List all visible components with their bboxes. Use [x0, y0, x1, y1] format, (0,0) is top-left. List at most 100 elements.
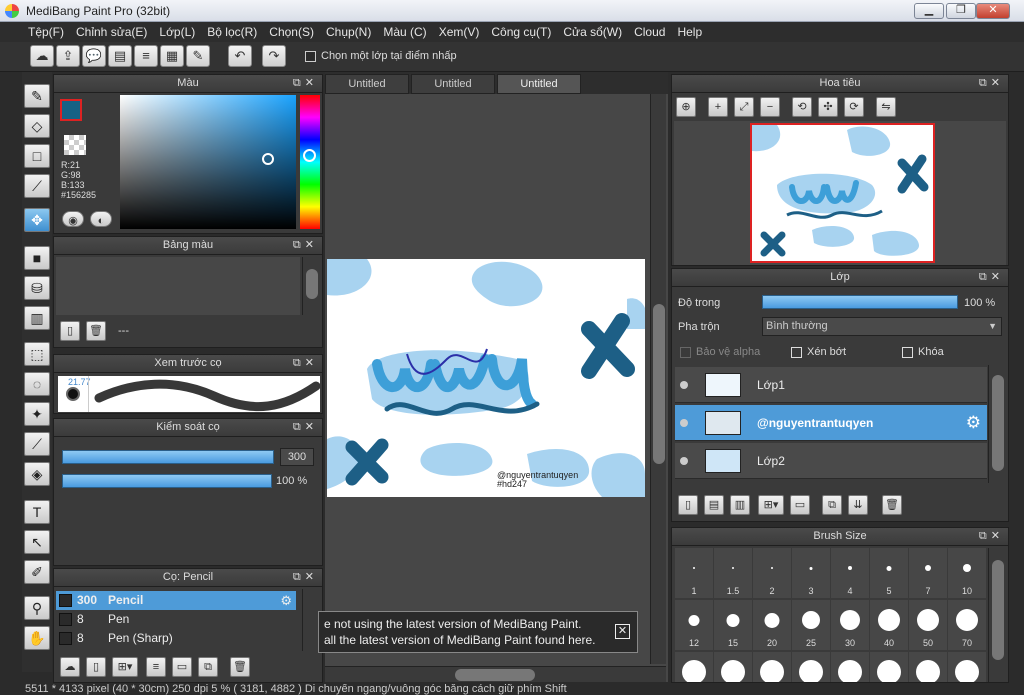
magic-wand-tool-icon[interactable]: ✦: [24, 402, 50, 426]
gradient-tool-icon[interactable]: ▥: [24, 306, 50, 330]
menu-select[interactable]: Chọn(S): [263, 22, 320, 42]
menu-help[interactable]: Help: [671, 22, 708, 42]
canvas-horizontal-scrollbar[interactable]: [325, 666, 666, 682]
brush-size-option[interactable]: 15: [714, 600, 752, 650]
brush-size-option[interactable]: 40: [870, 600, 908, 650]
menu-edit[interactable]: Chỉnh sửa(E): [70, 22, 153, 42]
undo-icon[interactable]: ↶: [228, 45, 252, 67]
eye-icon[interactable]: [680, 419, 688, 427]
palette-scrollbar[interactable]: [302, 257, 320, 315]
brush-size-option[interactable]: 25: [792, 600, 830, 650]
brush-size-option[interactable]: 7: [909, 548, 947, 598]
brush-size-option[interactable]: 70: [948, 600, 986, 650]
layer-scroll-thumb[interactable]: [992, 375, 1004, 471]
menu-view[interactable]: Xem(V): [433, 22, 486, 42]
operation-tool-icon[interactable]: ↖: [24, 530, 50, 554]
menu-color[interactable]: Màu (C): [377, 22, 432, 42]
gear-icon[interactable]: ⚙: [280, 591, 292, 610]
select-pen-tool-icon[interactable]: ⟋: [24, 432, 50, 456]
brush-size-option[interactable]: 12: [675, 600, 713, 650]
palette-scroll-thumb[interactable]: [306, 269, 318, 299]
brush-size-scrollbar[interactable]: [988, 548, 1006, 682]
maximize-button[interactable]: ❐: [946, 3, 976, 19]
merge-layer-icon[interactable]: ⇊: [848, 495, 868, 515]
text-tool-icon[interactable]: T: [24, 500, 50, 524]
menu-snap[interactable]: Chụp(N): [320, 22, 377, 42]
new-halftone-layer-icon[interactable]: ▤: [704, 495, 724, 515]
fit-screen-icon[interactable]: ⤢: [734, 97, 754, 117]
brush-tool-icon[interactable]: ✎: [24, 84, 50, 108]
reset-view-icon[interactable]: ✣: [818, 97, 838, 117]
new-1bit-layer-icon[interactable]: ▥: [730, 495, 750, 515]
layer-row-lop1[interactable]: Lớp1: [675, 367, 987, 403]
brush-size-option[interactable]: 1.5: [714, 548, 752, 598]
new-palette-icon[interactable]: ▯: [60, 321, 80, 341]
message-icon[interactable]: ▤: [108, 45, 132, 67]
trash-icon[interactable]: 🗑: [882, 495, 902, 515]
trash-icon[interactable]: 🗑: [86, 321, 106, 341]
menu-filter[interactable]: Bộ lọc(R): [201, 22, 263, 42]
brush-size-option[interactable]: 200: [753, 652, 791, 682]
brush-size-slider[interactable]: [62, 450, 274, 464]
brush-item-pen[interactable]: 8 Pen: [56, 610, 296, 629]
new-brush-icon[interactable]: ▯: [86, 657, 106, 677]
brush-size-option[interactable]: 150: [714, 652, 752, 682]
saturation-value-picker[interactable]: [120, 95, 296, 229]
menu-cloud[interactable]: Cloud: [628, 22, 671, 42]
foreground-color-swatch[interactable]: [60, 99, 82, 121]
panel-controls[interactable]: ⧉✕: [293, 237, 318, 254]
navigator-view[interactable]: [674, 121, 1006, 265]
canvas-vertical-scrollbar[interactable]: [650, 94, 666, 664]
brush-size-option[interactable]: 500: [870, 652, 908, 682]
add-layer-menu-icon[interactable]: ⊞▾: [758, 495, 784, 515]
canvas-hscroll-thumb[interactable]: [455, 669, 535, 681]
brush-size-option[interactable]: 100: [675, 652, 713, 682]
protect-alpha-checkbox[interactable]: [680, 347, 691, 358]
select-eraser-tool-icon[interactable]: ◈: [24, 462, 50, 486]
brush-size-option[interactable]: 1: [675, 548, 713, 598]
update-notice[interactable]: e not using the latest version of MediBa…: [318, 611, 638, 653]
panel-controls[interactable]: ⧉✕: [979, 528, 1004, 545]
share-icon[interactable]: ⇪: [56, 45, 80, 67]
brush-size-option[interactable]: 1000: [948, 652, 986, 682]
blend-mode-select[interactable]: Bình thường ▼: [762, 317, 1002, 336]
clipping-checkbox[interactable]: [791, 347, 802, 358]
layer-row-lop2[interactable]: Lớp2: [675, 443, 987, 479]
rotate-left-icon[interactable]: ⟲: [792, 97, 812, 117]
gear-icon[interactable]: ⚙: [966, 413, 981, 433]
panel-controls[interactable]: ⧉✕: [979, 75, 1004, 92]
duplicate-icon[interactable]: ⧉: [198, 657, 218, 677]
brush-size-option[interactable]: 700: [909, 652, 947, 682]
bucket-tool-icon[interactable]: ⛁: [24, 276, 50, 300]
folder-icon[interactable]: ▭: [790, 495, 810, 515]
select-rect-tool-icon[interactable]: ⬚: [24, 342, 50, 366]
navigator-thumbnail[interactable]: [750, 123, 935, 263]
comment-icon[interactable]: 💬: [82, 45, 106, 67]
lock-checkbox[interactable]: [902, 347, 913, 358]
brush-size-option[interactable]: 300: [792, 652, 830, 682]
move-tool-icon[interactable]: ✥: [24, 208, 50, 232]
brush-settings-icon[interactable]: ≡: [146, 657, 166, 677]
brush-size-option[interactable]: 10: [948, 548, 986, 598]
color-wheel-icon[interactable]: ◉: [62, 211, 84, 227]
brush-item-pen-sharp[interactable]: 8 Pen (Sharp): [56, 629, 296, 648]
tab-untitled-3[interactable]: Untitled: [497, 74, 581, 94]
brush-opacity-slider[interactable]: [62, 474, 272, 488]
tab-untitled-2[interactable]: Untitled: [411, 74, 495, 94]
tab-untitled-1[interactable]: Untitled: [325, 74, 409, 94]
fill-rectangle-tool-icon[interactable]: ■: [24, 246, 50, 270]
panel-controls[interactable]: ⧉✕: [979, 269, 1004, 286]
panel-layout-icon[interactable]: ▦: [160, 45, 184, 67]
menu-tools[interactable]: Công cụ(T): [485, 22, 557, 42]
panel-controls[interactable]: ⧉✕: [293, 355, 318, 372]
close-notice-icon[interactable]: ✕: [615, 624, 630, 639]
zoom-in-icon[interactable]: +: [708, 97, 728, 117]
panel-controls[interactable]: ⧉✕: [293, 419, 318, 436]
rectangle-tool-icon[interactable]: □: [24, 144, 50, 168]
new-layer-icon[interactable]: ▯: [678, 495, 698, 515]
brush-size-option[interactable]: 5: [870, 548, 908, 598]
cloud-brush-icon[interactable]: ☁: [60, 657, 80, 677]
zoom-out-icon[interactable]: −: [760, 97, 780, 117]
menu-window[interactable]: Cửa sổ(W): [557, 22, 628, 42]
document-icon[interactable]: ≡: [134, 45, 158, 67]
